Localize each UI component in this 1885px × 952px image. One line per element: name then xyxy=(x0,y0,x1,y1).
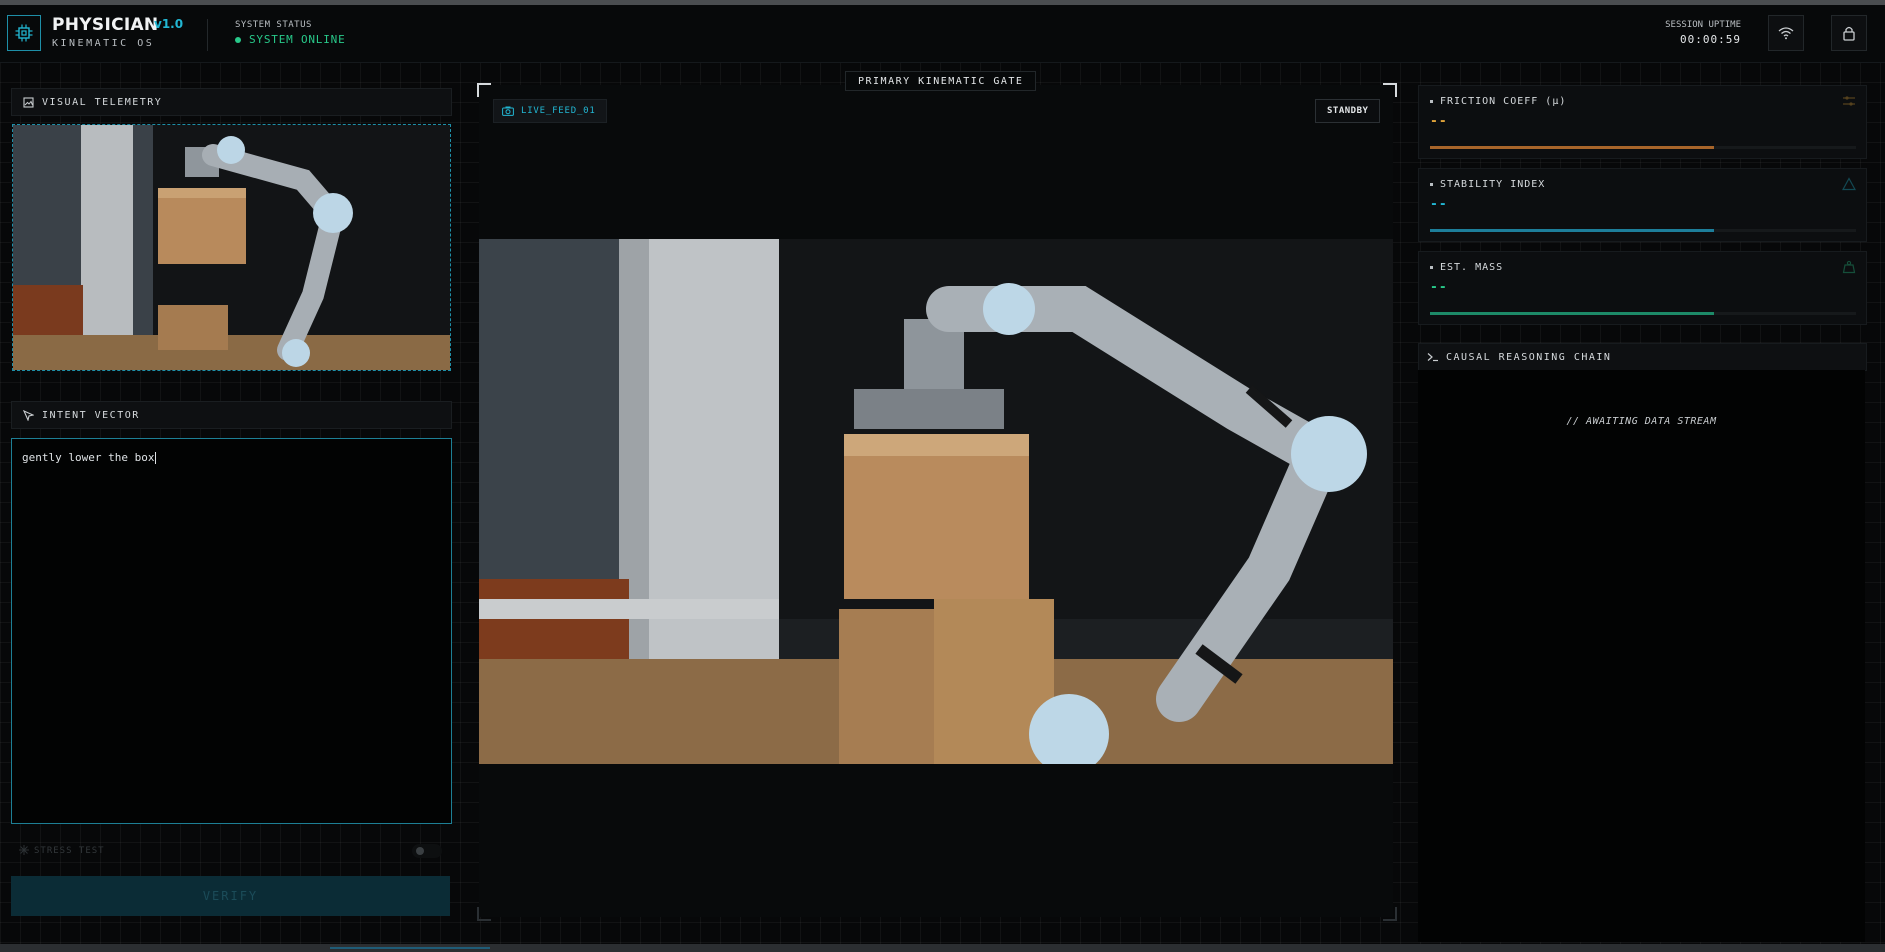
metric-value: -- xyxy=(1430,280,1448,295)
causal-reasoning-log[interactable]: // AWAITING DATA STREAM xyxy=(1418,370,1865,942)
system-status-label: SYSTEM STATUS xyxy=(235,20,312,30)
weight-icon xyxy=(1842,260,1856,274)
intent-vector-title: INTENT VECTOR xyxy=(42,409,140,421)
status-dot xyxy=(235,37,241,43)
sliders-icon xyxy=(1843,96,1855,106)
metric-est-mass: EST. MASS -- xyxy=(1418,251,1867,325)
text-caret xyxy=(155,452,157,464)
window-bottom-bar xyxy=(0,944,1885,952)
intent-input[interactable]: gently lower the box xyxy=(11,438,452,824)
image-icon xyxy=(21,95,35,109)
metric-label: FRICTION COEFF (μ) xyxy=(1440,96,1567,107)
lock-icon xyxy=(1843,26,1855,41)
wifi-button[interactable] xyxy=(1768,15,1804,51)
stress-test-icon xyxy=(19,845,29,855)
intent-vector-header: INTENT VECTOR xyxy=(11,401,452,429)
frame-corner-bottom-left xyxy=(477,907,491,921)
metric-bullet xyxy=(1430,100,1433,103)
intent-input-text: gently lower the box xyxy=(22,451,157,464)
metric-friction-coeff: FRICTION COEFF (μ) -- xyxy=(1418,85,1867,159)
session-uptime-label: SESSION UPTIME xyxy=(1665,20,1741,30)
app-subtitle: KINEMATIC OS xyxy=(52,38,155,49)
app-title: PHYSICIAN xyxy=(52,15,159,35)
frame-corner-top-right xyxy=(1383,83,1397,97)
verify-button[interactable]: VERIFY xyxy=(11,876,450,916)
metric-stability-index: STABILITY INDEX -- xyxy=(1418,168,1867,242)
stress-test-label: STRESS TEST xyxy=(34,846,105,856)
camera-icon xyxy=(502,106,514,116)
causal-reasoning-header: CAUSAL REASONING CHAIN xyxy=(1418,343,1867,371)
gate-title: PRIMARY KINEMATIC GATE xyxy=(845,71,1037,91)
standby-badge: STANDBY xyxy=(1315,99,1381,123)
cursor-icon xyxy=(21,408,35,422)
toggle-knob xyxy=(416,847,424,855)
causal-reasoning-title: CAUSAL REASONING CHAIN xyxy=(1446,351,1612,363)
live-feed-tag: LIVE_FEED_01 xyxy=(493,99,607,123)
metric-label: STABILITY INDEX xyxy=(1440,179,1546,190)
app-version: v1.0 xyxy=(154,17,184,31)
metric-bar-fill xyxy=(1430,312,1715,315)
triangle-icon xyxy=(1842,177,1856,191)
metric-bullet xyxy=(1430,266,1433,269)
frame-corner-bottom-right xyxy=(1383,907,1397,921)
live-feed-label: LIVE_FEED_01 xyxy=(521,106,596,116)
visual-telemetry-header: VISUAL TELEMETRY xyxy=(11,88,452,116)
metric-bullet xyxy=(1430,183,1433,186)
live-feed-image xyxy=(479,239,1393,764)
wifi-icon xyxy=(1778,27,1794,40)
metric-value: -- xyxy=(1430,114,1448,129)
metric-bar-fill xyxy=(1430,229,1715,232)
metric-bar-fill xyxy=(1430,146,1715,149)
stress-test-toggle[interactable] xyxy=(412,844,442,858)
metric-bar-track xyxy=(1430,146,1856,149)
terminal-icon xyxy=(1427,352,1439,362)
robot-arm-thumbnail-image xyxy=(13,125,450,370)
chip-icon xyxy=(7,15,41,51)
metric-value: -- xyxy=(1430,197,1448,212)
taskbar-indicator xyxy=(330,947,490,949)
metric-bar-track xyxy=(1430,229,1856,232)
lock-button[interactable] xyxy=(1831,15,1867,51)
metric-label: EST. MASS xyxy=(1440,262,1504,273)
app-header: PHYSICIAN v1.0 KINEMATIC OS SYSTEM STATU… xyxy=(0,5,1885,63)
session-uptime-value: 00:00:59 xyxy=(1680,33,1741,46)
system-status-value: SYSTEM ONLINE xyxy=(249,33,346,46)
frame-corner-top-left xyxy=(477,83,491,97)
header-divider xyxy=(207,19,208,51)
visual-telemetry-title: VISUAL TELEMETRY xyxy=(42,96,163,108)
awaiting-data-text: // AWAITING DATA STREAM xyxy=(1566,416,1717,427)
robot-arm-feed-image xyxy=(479,239,1393,764)
intent-input-value: gently lower the box xyxy=(22,451,155,464)
metric-bar-track xyxy=(1430,312,1856,315)
telemetry-thumbnail[interactable] xyxy=(12,124,451,371)
